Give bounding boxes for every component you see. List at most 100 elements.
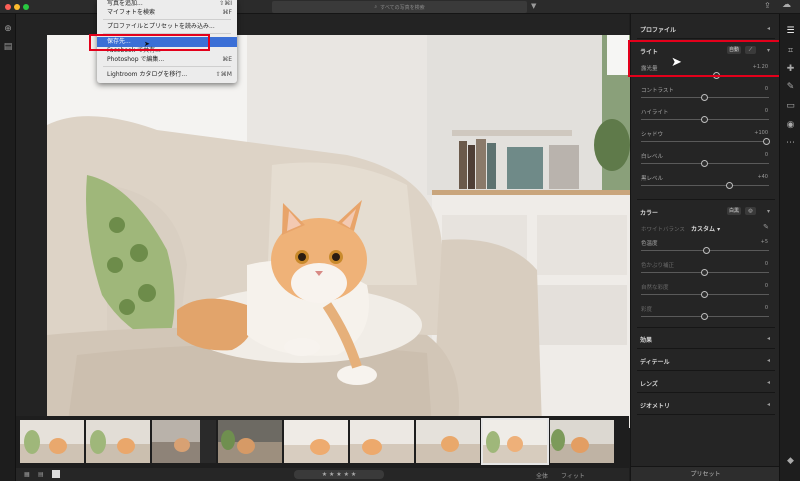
rating-stars[interactable]: ★ ★ ★ ★ ★ (294, 470, 384, 479)
edit-sliders-icon[interactable]: ☰ (785, 26, 796, 37)
divider (637, 392, 775, 393)
color-slider-label: 色温度 (641, 241, 658, 247)
light-slider-value[interactable]: +100 (754, 130, 768, 136)
filter-icon[interactable]: ▼ (531, 2, 536, 10)
chevron-left-icon[interactable]: ◂ (767, 379, 770, 386)
profile-heading[interactable]: プロファイル (640, 25, 676, 34)
share-icon[interactable]: ⇪ (764, 1, 771, 10)
divider (637, 199, 775, 200)
color-slider-label: 彩度 (641, 307, 653, 313)
filmstrip-thumbnail[interactable] (20, 420, 84, 463)
search-placeholder: すべての写真を検索 (380, 4, 425, 11)
white-balance-select[interactable]: カスタム ▾ (691, 224, 720, 233)
section-title[interactable]: ディテール (640, 357, 670, 366)
annotation-highlight-save-to (89, 34, 210, 51)
tool-rail: ☰ ⌗ ✚ ✎ ▭ ◉ ⋯ ◆ (779, 14, 800, 481)
crop-icon[interactable]: ⌗ (785, 46, 796, 57)
menu-item-edit-photoshop[interactable]: Photoshop で編集... ⌘E (97, 55, 237, 65)
filmstrip-thumbnail[interactable] (350, 420, 414, 463)
color-slider-label: 自然な彩度 (641, 285, 669, 291)
left-rail: ⊕ ▤ (0, 14, 16, 481)
light-slider-label: ハイライト (641, 110, 669, 116)
section-title[interactable]: 効果 (640, 335, 652, 344)
menu-item-search-my-photos[interactable]: マイフォトを検索 ⌘F (97, 8, 237, 18)
fit-label[interactable]: 全体 (536, 471, 548, 480)
zoom-window-button[interactable] (23, 4, 29, 10)
light-slider-handle[interactable] (700, 94, 708, 101)
color-mixer-icon[interactable]: ◎ (745, 207, 756, 215)
color-section-title[interactable]: カラー (640, 208, 658, 217)
filmstrip-thumbnail[interactable] (86, 420, 150, 463)
bottom-toolbar: ▦ ▤ ★ ★ ★ ★ ★ 全体 フィット (16, 468, 629, 481)
filmstrip-thumbnail[interactable] (218, 420, 282, 463)
menu-item-import-profiles[interactable]: プロファイルとプリセットを読み込み... (97, 22, 237, 32)
light-slider-value[interactable]: 0 (765, 108, 768, 114)
search-input[interactable]: ⌕ すべての写真を検索 (272, 1, 527, 13)
square-grid-icon[interactable]: ▤ (38, 471, 44, 478)
filmstrip (16, 416, 629, 468)
filmstrip-thumbnail[interactable] (416, 420, 480, 463)
light-slider-track[interactable] (641, 185, 769, 186)
menu-item-migrate-catalog[interactable]: Lightroom カタログを移行... ⇧⌘M (97, 70, 237, 80)
filmstrip-thumbnail[interactable] (550, 420, 614, 463)
divider (637, 38, 775, 39)
minimize-window-button[interactable] (14, 4, 20, 10)
more-icon[interactable]: ⋯ (785, 138, 796, 149)
filmstrip-thumbnail-selected[interactable] (481, 418, 549, 465)
light-slider-track[interactable] (641, 141, 769, 142)
bw-button[interactable]: 白黒 (727, 207, 741, 215)
linear-gradient-icon[interactable]: ▭ (785, 101, 796, 112)
tag-icon[interactable]: ◆ (785, 456, 796, 467)
light-slider-value[interactable]: 0 (765, 152, 768, 158)
cloud-icon[interactable]: ☁ (782, 0, 791, 10)
color-slider-value[interactable]: 0 (765, 283, 768, 289)
section-title[interactable]: レンズ (640, 379, 658, 388)
chevron-left-icon[interactable]: ◂ (767, 401, 770, 408)
light-slider-handle[interactable] (725, 182, 733, 189)
chevron-left-icon[interactable]: ◂ (767, 357, 770, 364)
white-balance-label: ホワイトバランス (641, 227, 685, 233)
my-photos-icon[interactable]: ▤ (3, 42, 13, 52)
color-slider-value[interactable]: +5 (761, 239, 768, 245)
light-slider-handle[interactable] (763, 138, 770, 145)
brush-icon[interactable]: ✎ (785, 82, 796, 93)
divider (637, 370, 775, 371)
cat-on-sofa-image (47, 35, 633, 428)
mouse-pointer-icon: ➤ (671, 55, 682, 70)
divider (637, 414, 775, 415)
light-slider-handle[interactable] (700, 160, 708, 167)
divider (637, 348, 775, 349)
add-photos-icon[interactable]: ⊕ (3, 24, 13, 34)
annotation-highlight-light (628, 40, 782, 77)
divider (637, 327, 775, 328)
single-view-icon[interactable] (52, 470, 60, 478)
search-icon: ⌕ (374, 4, 378, 10)
color-slider-handle[interactable] (700, 313, 708, 320)
main-photo[interactable] (47, 35, 633, 428)
healing-brush-icon[interactable]: ✚ (785, 64, 796, 75)
chevron-down-icon[interactable]: ▾ (767, 208, 770, 215)
edit-panel: プロファイル ◂ ライト 自動 ⟋ ▾ 露光量 +1.20 コントラスト 0 ハイライト… (630, 14, 780, 481)
color-slider-label: 色かぶり補正 (641, 263, 675, 269)
chevron-left-icon[interactable]: ◂ (767, 335, 770, 342)
light-slider-label: シャドウ (641, 132, 664, 138)
filmstrip-thumbnail[interactable] (284, 420, 348, 463)
light-slider-handle[interactable] (700, 116, 708, 123)
close-window-button[interactable] (5, 4, 11, 10)
color-slider-handle[interactable] (703, 247, 710, 254)
light-slider-value[interactable]: 0 (765, 86, 768, 92)
color-slider-value[interactable]: 0 (765, 305, 768, 311)
eyedropper-icon[interactable]: ✎ (763, 223, 769, 231)
section-title[interactable]: ジオメトリ (640, 401, 670, 410)
filmstrip-thumbnail[interactable] (152, 420, 216, 463)
menu-separator (103, 19, 231, 20)
grid-view-icon[interactable]: ▦ (24, 471, 30, 478)
radial-gradient-icon[interactable]: ◉ (785, 120, 796, 131)
chevron-left-icon[interactable]: ◂ (767, 25, 770, 32)
color-slider-value[interactable]: 0 (765, 261, 768, 267)
zoom-label[interactable]: フィット (561, 471, 585, 480)
light-slider-value[interactable]: +40 (757, 174, 768, 180)
color-slider-handle[interactable] (700, 269, 708, 276)
color-slider-handle[interactable] (700, 291, 708, 298)
presets-button[interactable]: プリセット (631, 466, 780, 481)
